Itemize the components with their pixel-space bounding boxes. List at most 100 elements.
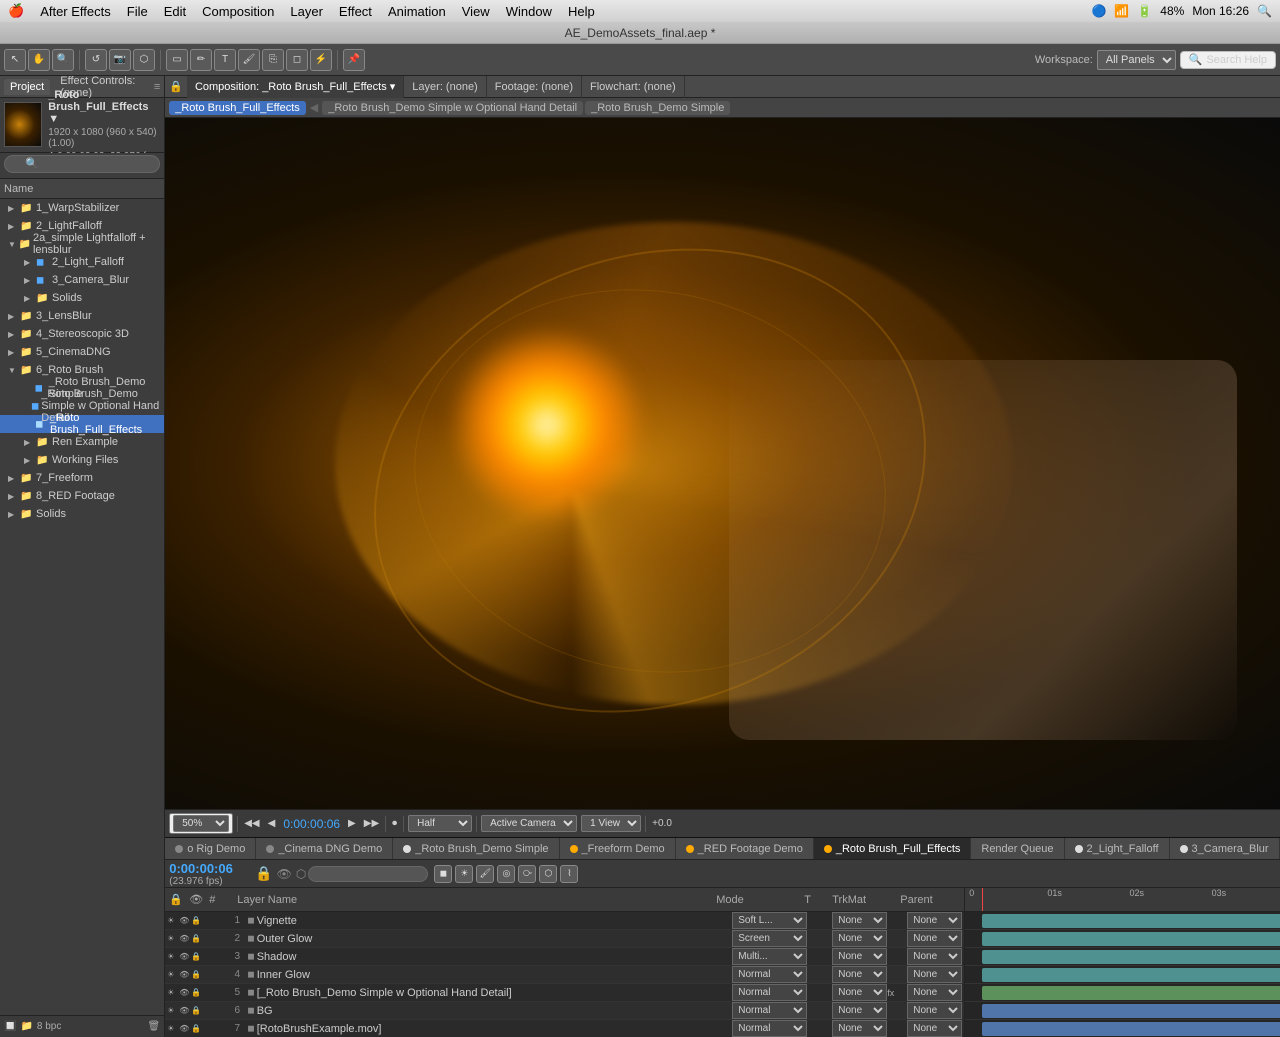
comp-tab-flowchart[interactable]: Flowchart: (none) — [582, 76, 685, 98]
tl-new-comp-btn[interactable]: ◼ — [434, 865, 452, 883]
brush-tool[interactable]: 🖌 — [238, 49, 260, 71]
eraser-tool[interactable]: ◻ — [286, 49, 308, 71]
timeline-search-input[interactable] — [308, 866, 428, 882]
rectangle-tool[interactable]: ▭ — [166, 49, 188, 71]
timeline-ruler[interactable]: 0 01s 02s 03s — [965, 888, 1280, 1037]
viewer-tab-demo-simple[interactable]: _Roto Brush_Demo Simple — [585, 101, 730, 115]
parent-select[interactable]: None — [907, 1002, 962, 1019]
tl-frame-blend-btn[interactable]: ⧂ — [518, 865, 536, 883]
frame-back-btn[interactable]: ◀◀ — [242, 818, 261, 829]
trkmat-select[interactable]: None — [832, 984, 887, 1001]
tl-draft-3d-btn[interactable]: ⬡ — [539, 865, 557, 883]
parent-select[interactable]: None — [907, 930, 962, 947]
mode-select[interactable]: Screen — [732, 930, 807, 947]
tl-shy-icon[interactable]: 👁 — [277, 867, 292, 881]
comp-tab-layer[interactable]: Layer: (none) — [404, 76, 486, 98]
tl-draft-icon[interactable]: ⬡ — [296, 867, 306, 881]
menu-window[interactable]: Window — [506, 4, 552, 19]
clip-6[interactable] — [982, 1004, 1280, 1018]
menu-help[interactable]: Help — [568, 4, 595, 19]
search-help-box[interactable]: 🔍 Search Help — [1180, 51, 1276, 69]
tl-tab-red[interactable]: _RED Footage Demo — [676, 838, 814, 860]
layer-row-5[interactable]: ☀ 👁 🔒 5 ◼ [_Roto Brush_Demo Simple w Opt… — [165, 984, 964, 1002]
parent-select[interactable]: None — [907, 948, 962, 965]
layer-row-4[interactable]: ☀ 👁 🔒 4 ◼ Inner Glow Normal None — [165, 966, 964, 984]
layer-row-3[interactable]: ☀ 👁 🔒 3 ◼ Shadow Multi... None — [165, 948, 964, 966]
menu-layer[interactable]: Layer — [290, 4, 323, 19]
viewer-tab-demo-optional[interactable]: _Roto Brush_Demo Simple w Optional Hand … — [322, 101, 583, 115]
clip-4[interactable] — [982, 968, 1280, 982]
menu-after-effects[interactable]: After Effects — [40, 4, 111, 19]
mode-select[interactable]: Normal — [732, 1020, 807, 1037]
roto-brush-tool[interactable]: ⚡ — [310, 49, 332, 71]
clip-3[interactable] — [982, 950, 1280, 964]
mode-select[interactable]: Normal — [732, 966, 807, 983]
camera-tool[interactable]: 📷 — [109, 49, 131, 71]
clip-2[interactable] — [982, 932, 1280, 946]
menu-view[interactable]: View — [462, 4, 490, 19]
apple-menu[interactable]: 🍎 — [8, 3, 24, 19]
parent-select[interactable]: None — [907, 912, 962, 929]
tree-item-4_stereoscopic[interactable]: ▶ 📁 4_Stereoscopic 3D — [0, 325, 164, 343]
viewer-tab-full-effects[interactable]: _Roto Brush_Full_Effects — [169, 101, 306, 115]
layer-mode[interactable]: Multi... — [732, 948, 812, 965]
tl-tab-camera-blur[interactable]: 3_Camera_Blur — [1170, 838, 1280, 860]
ram-preview-btn[interactable]: ⏺ — [390, 818, 399, 829]
trkmat-select[interactable]: None — [832, 930, 887, 947]
mode-select[interactable]: Normal — [732, 984, 807, 1001]
mode-select[interactable]: Normal — [732, 1002, 807, 1019]
layer-mode[interactable]: Normal — [732, 1020, 812, 1037]
tree-item-2a_lightfalloff[interactable]: ▼ 📁 2a_simple Lightfalloff + lensblur — [0, 235, 164, 253]
project-search-input[interactable] — [4, 155, 160, 173]
tl-lock-icon[interactable]: 🔒 — [255, 865, 272, 882]
layer-mode[interactable]: Soft L... — [732, 912, 812, 929]
menu-animation[interactable]: Animation — [388, 4, 446, 19]
tree-item-solids-2a[interactable]: ▶ 📁 Solids — [0, 289, 164, 307]
trkmat-select[interactable]: None — [832, 1002, 887, 1019]
tree-item-1_warpstabilizer[interactable]: ▶ 📁 1_WarpStabilizer — [0, 199, 164, 217]
tree-item-working-files[interactable]: ▶ 📁 Working Files — [0, 451, 164, 469]
tl-tab-roto-simple[interactable]: _Roto Brush_Demo Simple — [393, 838, 559, 860]
tl-tab-roto-full[interactable]: _Roto Brush_Full_Effects — [814, 838, 972, 860]
next-frame-btn[interactable]: ▶ — [346, 818, 358, 829]
layer-row-6[interactable]: ☀ 👁 🔒 6 ◼ BG Normal None — [165, 1002, 964, 1020]
layer-mode[interactable]: Normal — [732, 984, 812, 1001]
layer-mode[interactable]: Screen — [732, 930, 812, 947]
tl-tab-light-falloff[interactable]: 2_Light_Falloff — [1065, 838, 1170, 860]
zoom-dropdown-btn[interactable]: 50%100%25% — [169, 813, 233, 834]
tree-item-roto-full-effects[interactable]: ◼ _Roto Brush_Full_Effects — [0, 415, 164, 433]
frame-fwd-btn[interactable]: ▶▶ — [362, 818, 381, 829]
tree-item-solids[interactable]: ▶ 📁 Solids — [0, 505, 164, 523]
tree-item-8_red-footage[interactable]: ▶ 📁 8_RED Footage — [0, 487, 164, 505]
new-comp-btn[interactable]: 🔲 — [4, 1021, 16, 1032]
rotation-tool[interactable]: ↺ — [85, 49, 107, 71]
search-icon[interactable]: 🔍 — [1257, 4, 1272, 18]
tl-tab-cinema-dng[interactable]: _Cinema DNG Demo — [256, 838, 393, 860]
comp-panel-menu[interactable]: ≡ — [1275, 81, 1280, 93]
menu-file[interactable]: File — [127, 4, 148, 19]
menu-composition[interactable]: Composition — [202, 4, 274, 19]
tl-roto-btn[interactable]: 🖌 — [476, 865, 494, 883]
text-tool[interactable]: T — [214, 49, 236, 71]
hand-tool[interactable]: ✋ — [28, 49, 50, 71]
resolution-select[interactable]: HalfFullQuarter — [408, 815, 472, 832]
tl-tab-render-queue[interactable]: Render Queue — [971, 838, 1064, 860]
prev-frame-btn[interactable]: ◀ — [266, 818, 278, 829]
layer-mode[interactable]: Normal — [732, 1002, 812, 1019]
layer-row-1[interactable]: ☀ 👁 🔒 1 ◼ Vignette Soft L... None — [165, 912, 964, 930]
trash-btn[interactable]: 🗑 — [148, 1021, 161, 1032]
workspace-dropdown[interactable]: All Panels — [1097, 50, 1176, 70]
tl-graph-editor-btn[interactable]: ⌇ — [560, 865, 578, 883]
comp-tab-footage[interactable]: Footage: (none) — [487, 76, 582, 98]
menu-edit[interactable]: Edit — [164, 4, 186, 19]
parent-select[interactable]: None — [907, 1020, 962, 1037]
tree-item-3_lensblur[interactable]: ▶ 📁 3_LensBlur — [0, 307, 164, 325]
tl-tab-freeform[interactable]: _Freeform Demo — [560, 838, 676, 860]
tl-solo-btn[interactable]: ☀ — [455, 865, 473, 883]
parent-select[interactable]: None — [907, 984, 962, 1001]
tab-project[interactable]: Project — [4, 79, 50, 95]
layer-mode[interactable]: Normal — [732, 966, 812, 983]
tree-item-5_cinemadng[interactable]: ▶ 📁 5_CinemaDNG — [0, 343, 164, 361]
clip-7[interactable] — [982, 1022, 1280, 1036]
clone-tool[interactable]: ⎘ — [262, 49, 284, 71]
